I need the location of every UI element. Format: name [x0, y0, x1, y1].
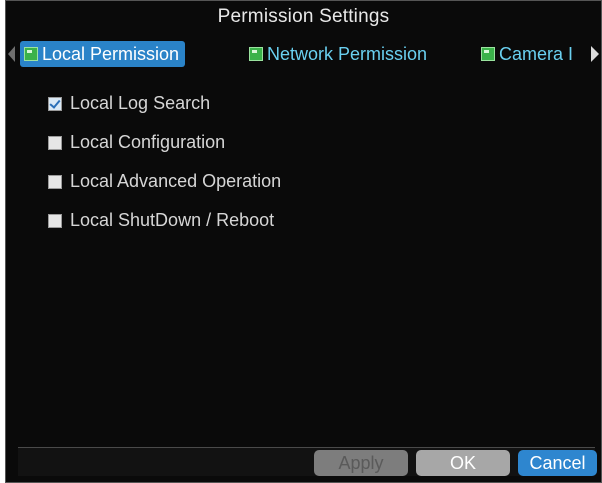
tab-scroll-left-icon[interactable]	[8, 46, 15, 62]
permission-label: Local Advanced Operation	[70, 171, 282, 191]
permission-label: Local Configuration	[70, 132, 226, 152]
permission-label: Local ShutDown / Reboot	[70, 210, 275, 230]
permission-label: Local Log Search	[70, 93, 211, 113]
tab-page-icon	[249, 47, 263, 61]
permission-local-configuration[interactable]: Local Configuration	[48, 132, 225, 153]
tab-bar: Local Permission Network Permission Came…	[6, 39, 601, 69]
apply-button[interactable]: Apply	[314, 450, 408, 476]
ok-button[interactable]: OK	[416, 450, 510, 476]
dialog-title: Permission Settings	[217, 6, 390, 27]
button-bar: Apply OK Cancel	[18, 447, 597, 476]
checkbox-unchecked-icon[interactable]	[48, 135, 62, 150]
permission-local-advanced-operation[interactable]: Local Advanced Operation	[48, 171, 281, 192]
cancel-button[interactable]: Cancel	[518, 450, 597, 476]
tab-page-icon	[24, 47, 38, 61]
permission-settings-dialog: Permission Settings Local Permission Net…	[5, 0, 602, 483]
tab-label: Camera I	[499, 43, 574, 64]
tab-label: Network Permission	[267, 43, 428, 64]
checkbox-checked-icon[interactable]	[48, 96, 62, 111]
tab-label: Local Permission	[42, 43, 180, 64]
tab-scroll-right-icon[interactable]	[591, 46, 599, 62]
permission-local-shutdown-reboot[interactable]: Local ShutDown / Reboot	[48, 210, 274, 231]
tab-local-permission[interactable]: Local Permission	[20, 41, 186, 67]
tab-page-icon	[481, 47, 495, 61]
tab-network-permission[interactable]: Network Permission	[249, 41, 427, 67]
tab-camera[interactable]: Camera I	[481, 41, 581, 67]
checkbox-unchecked-icon[interactable]	[48, 174, 62, 189]
checkbox-unchecked-icon[interactable]	[48, 213, 62, 228]
permission-local-log-search[interactable]: Local Log Search	[48, 93, 210, 114]
